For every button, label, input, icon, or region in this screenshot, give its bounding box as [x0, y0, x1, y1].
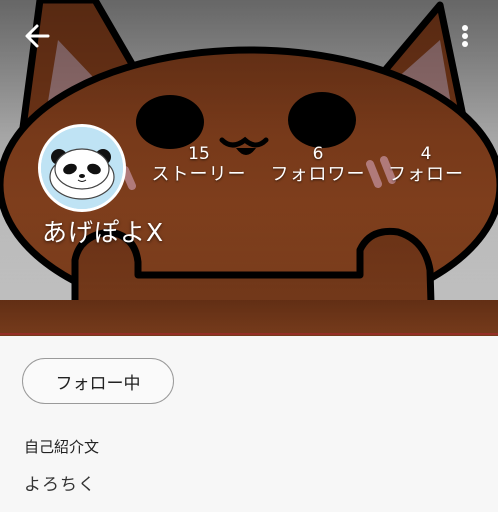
followers-count: 6: [312, 144, 324, 164]
profile-username: あげぽよX: [42, 218, 165, 247]
stories-count: 15: [188, 144, 210, 164]
following-stat[interactable]: 4 フォロー: [386, 144, 466, 186]
stories-label: ストーリー: [151, 164, 247, 185]
stories-stat[interactable]: 15 ストーリー: [146, 144, 252, 186]
following-count: 4: [420, 144, 432, 164]
bio-text: よろちく: [24, 475, 96, 495]
following-label: フォロー: [388, 164, 464, 185]
panda-avatar-icon: [41, 127, 123, 209]
followers-stat[interactable]: 6 フォロワー: [266, 144, 370, 186]
bio-heading: 自己紹介文: [24, 438, 100, 456]
arrow-left-icon: [25, 24, 50, 48]
followers-label: フォロワー: [270, 164, 366, 185]
more-vert-icon: [462, 25, 468, 47]
profile-header: 15 ストーリー 6 フォロワー 4 フォロー あげぽよX: [0, 0, 498, 336]
more-options-button[interactable]: [452, 20, 478, 52]
profile-avatar[interactable]: [38, 124, 126, 212]
following-button[interactable]: フォロー中: [22, 358, 174, 404]
back-button[interactable]: [22, 20, 54, 52]
